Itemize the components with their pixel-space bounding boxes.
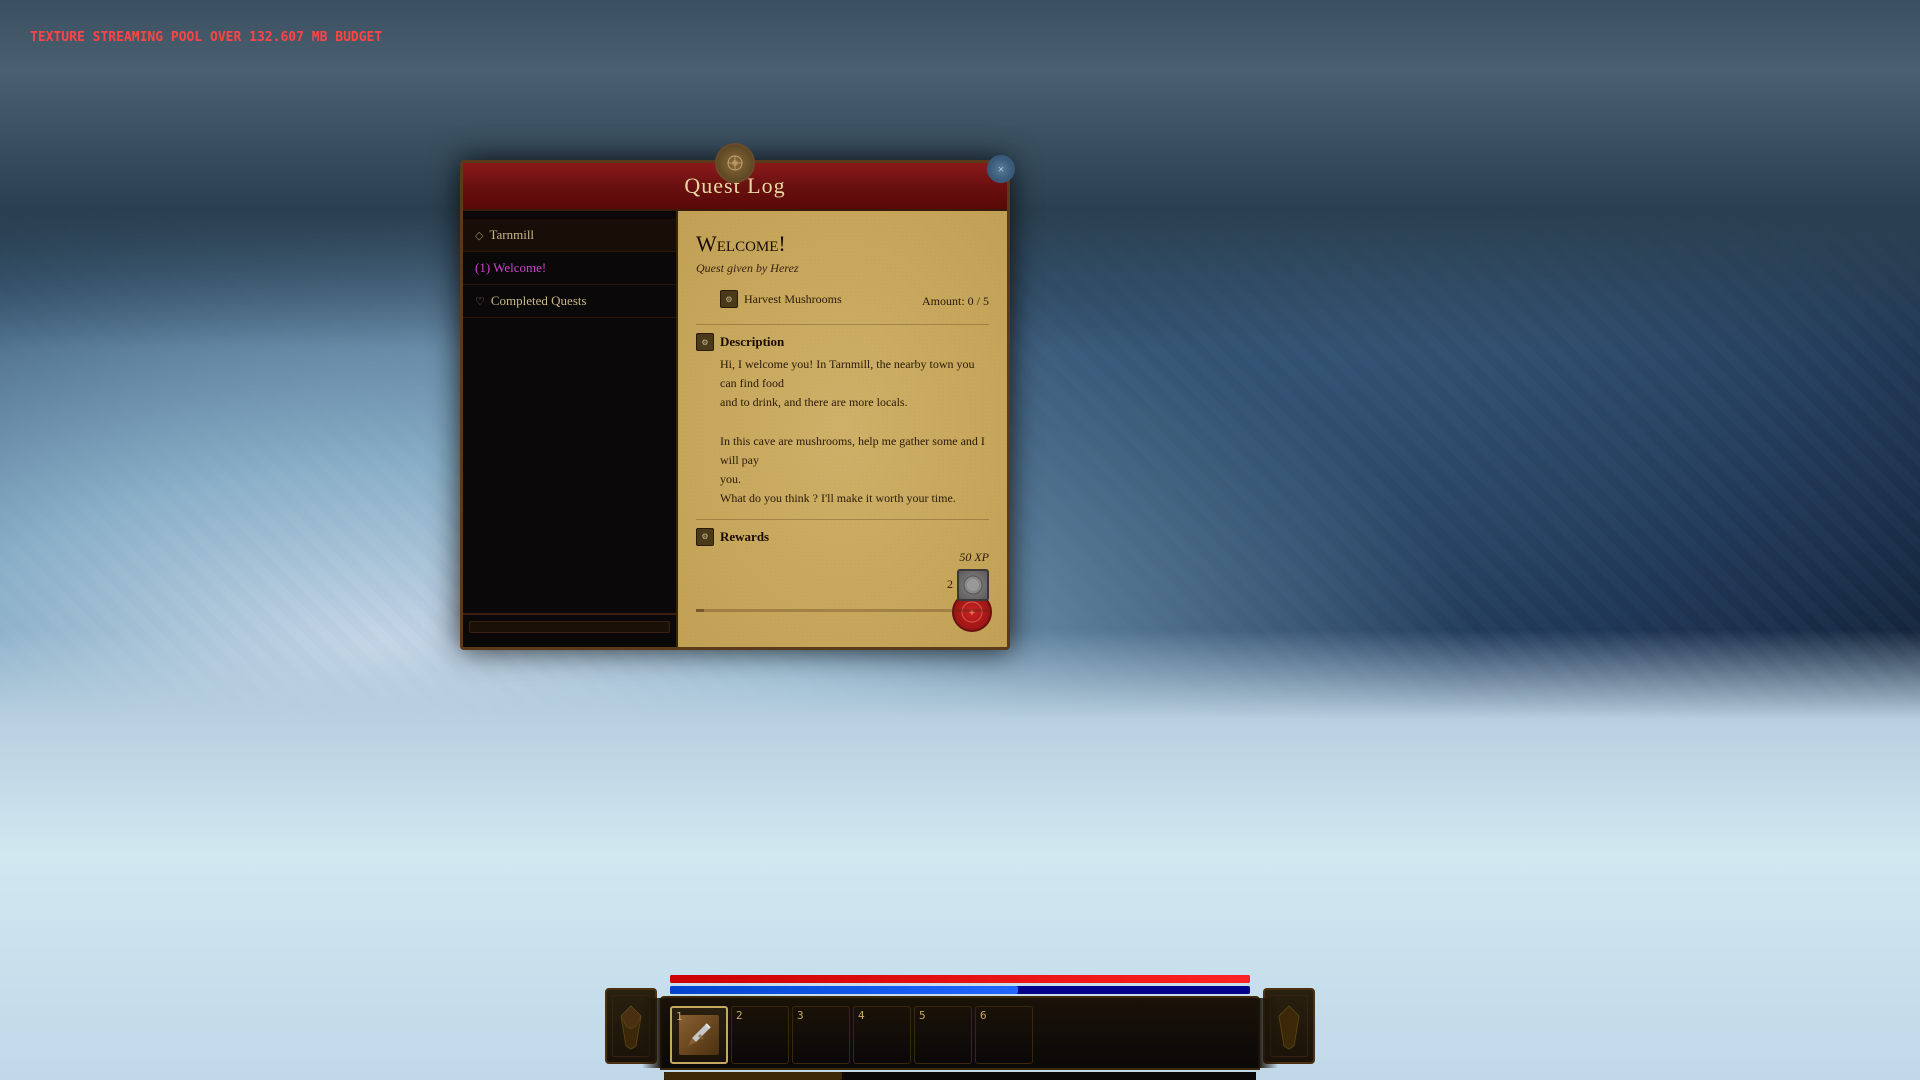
quest-detail-panel: Welcome! Quest given by Herez ⚙ Harvest … <box>678 211 1007 647</box>
slot-1-item <box>679 1015 719 1055</box>
rewards-header: ⚙ Rewards <box>696 528 989 546</box>
quest-list: ◇ Tarnmill (1) Welcome! ♡ Completed Ques… <box>463 219 676 613</box>
slot-4-number: 4 <box>858 1009 865 1022</box>
reward-item-row: 2 <box>696 569 989 601</box>
quest-item-tarnmill[interactable]: ◇ Tarnmill <box>463 219 676 252</box>
completed-icon: ♡ <box>475 295 485 308</box>
quest-log-panel: Quest Log × ◇ Tarnmill (1) Welcome! ♡ <box>460 160 1010 650</box>
rewards-icon: ⚙ <box>696 528 714 546</box>
completed-label: Completed Quests <box>491 293 587 309</box>
description-title: Description <box>720 334 784 350</box>
hotbar-slot-6[interactable]: 6 <box>975 1006 1033 1064</box>
reward-item-icon <box>957 569 989 601</box>
objective-amount: Amount: 0 / 5 <box>922 294 989 309</box>
quest-description-section: ⚙ Description Hi, I welcome you! In Tarn… <box>696 333 989 509</box>
panel-body: ◇ Tarnmill (1) Welcome! ♡ Completed Ques… <box>463 211 1007 647</box>
tarnmill-icon: ◇ <box>475 229 483 242</box>
hotbar-slot-3[interactable]: 3 <box>792 1006 850 1064</box>
rewards-title: Rewards <box>720 529 769 545</box>
sidebar-scrollbar[interactable] <box>469 621 670 633</box>
description-text: Hi, I welcome you! In Tarnmill, the near… <box>696 355 989 509</box>
scrollbar-thumb <box>664 1072 842 1080</box>
description-header: ⚙ Description <box>696 333 989 351</box>
hotbar-slot-1[interactable]: 1 <box>670 1006 728 1064</box>
debug-text: TEXTURE STREAMING POOL OVER 132.607 MB B… <box>30 30 382 45</box>
slot-1-number: 1 <box>676 1010 683 1023</box>
reward-count: 2 <box>947 577 953 592</box>
quest-item-welcome[interactable]: (1) Welcome! <box>463 252 676 285</box>
slot-3-number: 3 <box>797 1009 804 1022</box>
quest-item-completed[interactable]: ♡ Completed Quests <box>463 285 676 318</box>
hotbar-wrapper: 1 2 3 <box>660 996 1260 1080</box>
hotbar-container: 1 2 3 <box>660 975 1260 1080</box>
quest-sidebar: ◇ Tarnmill (1) Welcome! ♡ Completed Ques… <box>463 211 678 647</box>
mana-bar <box>670 986 1250 994</box>
divider-2 <box>696 519 989 520</box>
sidebar-footer <box>463 613 676 639</box>
health-bar <box>670 975 1250 983</box>
reward-xp: 50 XP <box>696 550 989 565</box>
quest-rewards-section: ⚙ Rewards 50 XP 2 <box>696 528 989 612</box>
slot-2-number: 2 <box>736 1009 743 1022</box>
tarnmill-label: Tarnmill <box>489 227 534 243</box>
quest-detail-content: Welcome! Quest given by Herez ⚙ Harvest … <box>696 231 989 612</box>
panel-top-decoration <box>715 143 755 183</box>
divider-1 <box>696 324 989 325</box>
slot-5-number: 5 <box>919 1009 926 1022</box>
quest-objective-row: ⚙ Harvest Mushrooms Amount: 0 / 5 <box>696 288 989 314</box>
hotbar-slot-2[interactable]: 2 <box>731 1006 789 1064</box>
hotbar-scrollbar <box>664 1072 1256 1080</box>
resource-bars <box>660 975 1260 994</box>
objective-icon: ⚙ <box>720 290 738 308</box>
description-icon: ⚙ <box>696 333 714 351</box>
hotbar-slot-4[interactable]: 4 <box>853 1006 911 1064</box>
quest-giver: Quest given by Herez <box>696 261 989 276</box>
hotbar: 1 2 3 <box>660 996 1260 1070</box>
health-bar-fill <box>670 975 1250 983</box>
objective-header: ⚙ Harvest Mushrooms <box>720 290 842 308</box>
reward-progress-bar <box>696 609 989 612</box>
welcome-label: (1) Welcome! <box>475 260 546 276</box>
objective-title: Harvest Mushrooms <box>744 292 842 307</box>
quest-objective-section: ⚙ Harvest Mushrooms Amount: 0 / 5 <box>696 288 989 314</box>
slot-6-number: 6 <box>980 1009 987 1022</box>
mana-bar-fill <box>670 986 1018 994</box>
close-button[interactable]: × <box>987 155 1015 183</box>
quest-detail-title: Welcome! <box>696 231 989 257</box>
hotbar-slot-5[interactable]: 5 <box>914 1006 972 1064</box>
